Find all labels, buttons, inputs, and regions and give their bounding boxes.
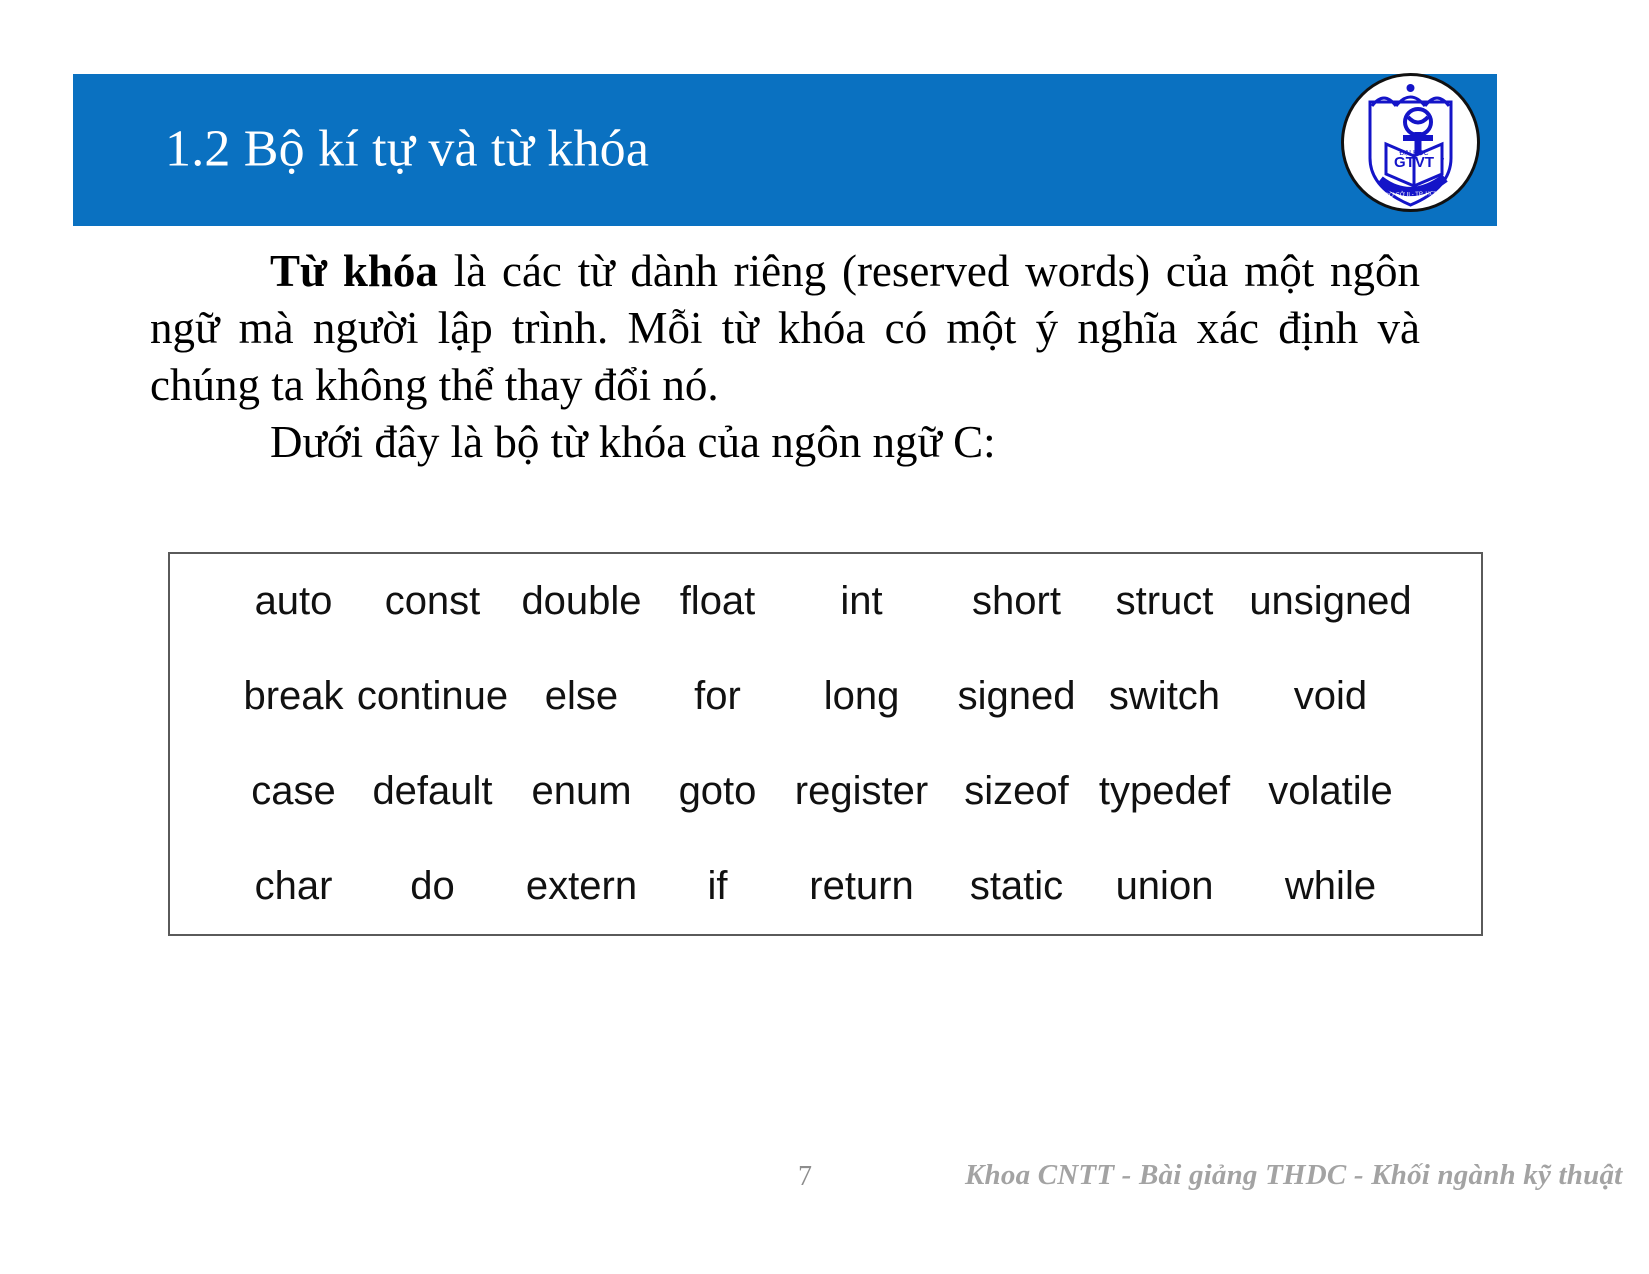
keyword-cell: enum [531,769,632,813]
keyword-cell: extern [525,864,638,908]
keyword-cell: char [254,864,333,908]
keyword-cell: for [694,674,741,718]
keyword-grid: auto const double float int short struct… [170,554,1481,934]
keyword-cell: register [794,769,929,813]
keyword-cell: const [384,579,481,623]
keyword-cell: void [1293,674,1368,718]
keyword-cell: double [521,579,642,623]
footer-note: Khoa CNTT - Bài giảng THDC - Khối ngành … [965,1159,1623,1191]
keyword-cell: else [544,674,619,718]
university-emblem-icon: ĐẠI HỌC GTVT CƠ SỞ II - TP. HCM [1341,73,1480,212]
page-number: 7 [798,1161,812,1192]
keyword-cell: volatile [1268,769,1393,813]
keyword-cell: short [972,579,1061,623]
keyword-cell: continue [356,674,509,718]
paragraph-intro-list: Dưới đây là bộ từ khóa của ngôn ngữ C: [270,417,996,468]
slide-header-banner: 1.2 Bộ kí tự và từ khóa [73,74,1497,226]
keyword-cell: goto [678,769,757,813]
keyword-cell: typedef [1098,769,1231,813]
page-title: 1.2 Bộ kí tự và từ khóa [165,120,650,178]
university-logo: ĐẠI HỌC GTVT CƠ SỞ II - TP. HCM [1340,72,1481,213]
keyword-cell: unsigned [1249,579,1412,623]
keyword-cell: default [372,769,493,813]
keyword-cell: static [969,864,1064,908]
keyword-cell: signed [957,674,1076,718]
keyword-cell: case [251,769,336,813]
keyword-cell: struct [1115,579,1214,623]
slide-body-text: Từ khóa là các từ dành riêng (reserved w… [150,243,1420,472]
keyword-cell: do [410,864,455,908]
keyword-cell: union [1115,864,1214,908]
keyword-cell: float [679,579,756,623]
keyword-cell: while [1284,864,1377,908]
keyword-cell: break [243,674,344,718]
keyword-cell: switch [1108,674,1221,718]
keyword-cell: return [809,864,914,908]
svg-text:GTVT: GTVT [1394,154,1434,171]
keyword-cell: int [840,579,883,623]
c-keyword-table: auto const double float int short struct… [168,552,1483,936]
term-keyword: Từ khóa [270,246,438,296]
keyword-cell: sizeof [964,769,1069,813]
paragraph-definition: Từ khóa là các từ dành riêng (reserved w… [150,243,1420,414]
keyword-cell: if [707,864,728,908]
keyword-cell: long [823,674,900,718]
keyword-cell: auto [254,579,333,623]
